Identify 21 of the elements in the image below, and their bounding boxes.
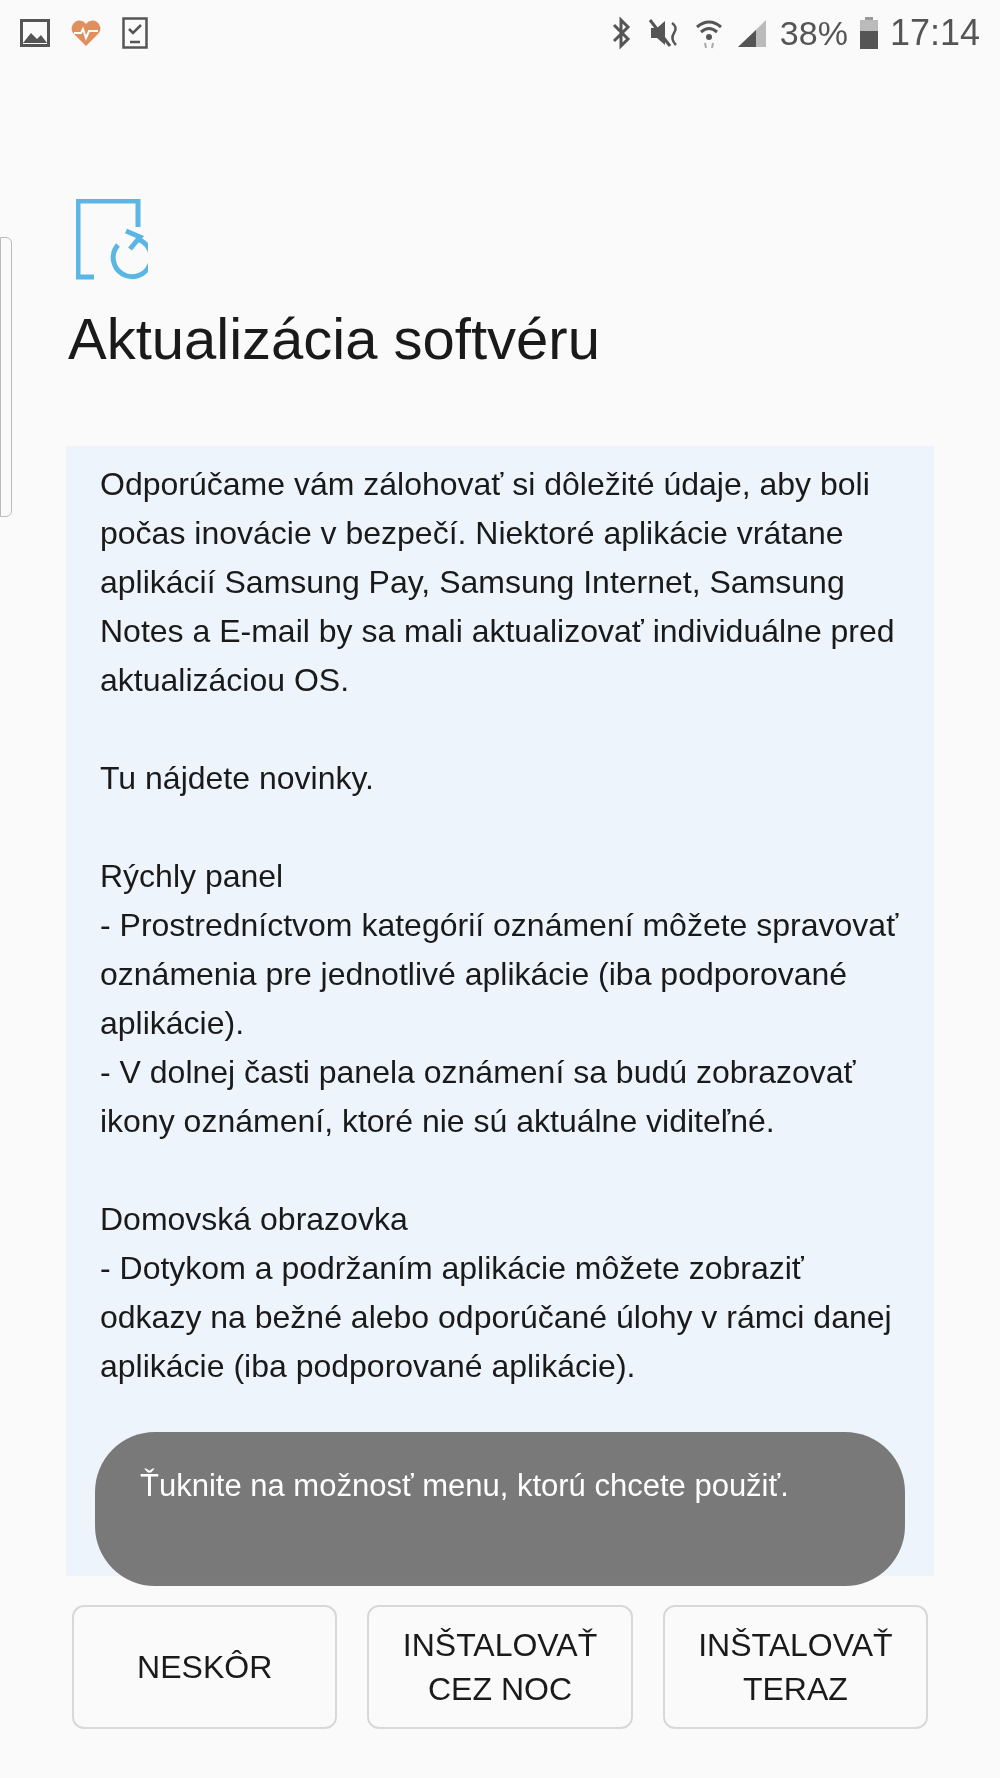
page-title: Aktualizácia softvéru [67,305,601,373]
clock: 17:14 [889,11,980,55]
action-button[interactable]: INŠTALOVAŤ TERAZ [662,1605,928,1729]
action-button[interactable]: NESKÔR [72,1605,338,1729]
release-note-text: Odporúčame vám zálohovať si dôležité údaje, aby boli počas inovácie v bezpečí. Niektoré aplikácie vrátane aplikácií Samsung Pay, Samsung Internet, Samsung Notes a E-mail by sa mali aktualizovať individuálne pred aktualizáciou OS. [100,465,896,700]
release-note-text: - Dotykom a podržaním aplikácie môžete zobraziť odkazy na bežné alebo odporúčané úlohy v rámci danej aplikácie (iba podporované aplikácie). [100,1249,893,1386]
gallery-icon [20,19,50,47]
battery-percentage: 38% [779,12,848,54]
release-note-text: - Prostredníctvom kategórií oznámení môžete spravovať oznámenia pre jednotlivé aplikácie (iba podporované aplikácie). [100,906,900,1043]
edge-panel-handle[interactable] [0,237,12,517]
action-button[interactable]: INŠTALOVAŤ CEZ NOC [367,1605,633,1729]
release-note-text: Rýchly panel [100,857,285,896]
battery-icon [859,17,878,49]
toast-message: Ťuknite na možnosť menu, ktorú chcete použiť. [95,1432,905,1586]
release-note-text: - V dolnej časti panela oznámení sa budú zobrazovať ikony oznámení, ktoré nie sú aktuálne viditeľné. [100,1053,857,1141]
release-note-text: Tu nájdete novinky. [100,759,375,798]
update-icon [76,199,148,281]
wifi-icon [693,17,724,49]
checklist-icon [122,17,148,49]
heart-icon [70,19,102,47]
release-note-text: Domovská obrazovka [100,1200,409,1239]
